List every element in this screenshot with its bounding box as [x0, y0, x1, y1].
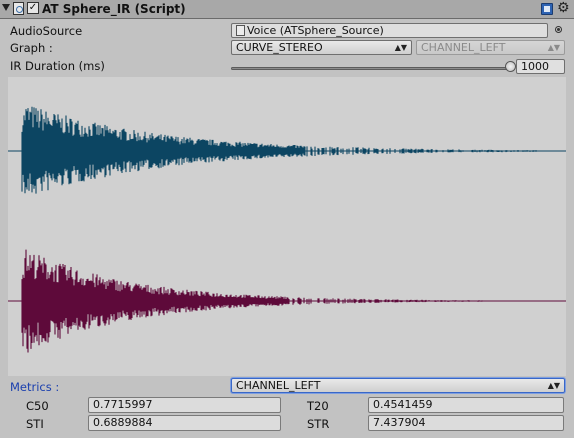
metrics-channel-value: CHANNEL_LEFT	[236, 379, 321, 392]
dropdown-arrow-icon: ▲▼	[547, 43, 560, 52]
ir-duration-slider-thumb[interactable]	[505, 61, 516, 72]
graph-channel-dropdown: CHANNEL_LEFT ▲▼	[416, 40, 565, 55]
metrics-label: Metrics :	[10, 380, 60, 394]
gear-icon[interactable]: ⚙	[557, 0, 570, 17]
script-icon	[13, 2, 24, 15]
impulse-response-graph	[8, 77, 566, 376]
graph-channel-value: CHANNEL_LEFT	[421, 41, 506, 54]
metric-str-value: 7.437904	[373, 416, 426, 429]
component-header: ✓ AT Sphere_IR (Script) ⚙	[0, 0, 574, 19]
metric-t20-value: 0.4541459	[373, 398, 433, 411]
ir-duration-label: IR Duration (ms)	[10, 59, 105, 73]
help-book-icon[interactable]	[541, 3, 553, 15]
dropdown-arrow-icon: ▲▼	[394, 43, 407, 52]
metric-c50-label: C50	[26, 399, 49, 413]
audio-source-field[interactable]: Voice (ATSphere_Source)	[231, 23, 548, 38]
graph-mode-dropdown[interactable]: CURVE_STEREO ▲▼	[231, 40, 412, 55]
metric-str-label: STR	[307, 417, 330, 431]
graph-background	[8, 77, 566, 376]
component-title: AT Sphere_IR (Script)	[42, 2, 186, 16]
metric-sti-value: 0.6889884	[93, 416, 153, 429]
object-picker-icon[interactable]	[555, 26, 562, 33]
foldout-arrow-icon[interactable]	[2, 4, 10, 11]
metric-t20-field[interactable]: 0.4541459	[368, 397, 564, 413]
audio-source-value: Voice (ATSphere_Source)	[247, 24, 384, 37]
metric-sti-label: STI	[26, 417, 44, 431]
audio-source-label: AudioSource	[10, 24, 83, 38]
ir-duration-input[interactable]: 1000	[516, 59, 565, 74]
metric-sti-field[interactable]: 0.6889884	[88, 415, 281, 431]
ir-duration-slider-track[interactable]	[231, 67, 510, 70]
metric-c50-field[interactable]: 0.7715997	[88, 397, 281, 413]
enabled-checkbox[interactable]: ✓	[27, 2, 39, 14]
ir-duration-value: 1000	[521, 60, 549, 73]
metric-t20-label: T20	[307, 399, 329, 413]
graph-label: Graph :	[10, 41, 53, 55]
metric-str-field[interactable]: 7.437904	[368, 415, 564, 431]
dropdown-arrow-icon: ▲▼	[547, 381, 560, 390]
metrics-channel-dropdown[interactable]: CHANNEL_LEFT ▲▼	[231, 378, 565, 393]
graph-mode-value: CURVE_STEREO	[236, 41, 323, 54]
metric-c50-value: 0.7715997	[93, 398, 153, 411]
audio-source-object-icon	[236, 25, 245, 36]
